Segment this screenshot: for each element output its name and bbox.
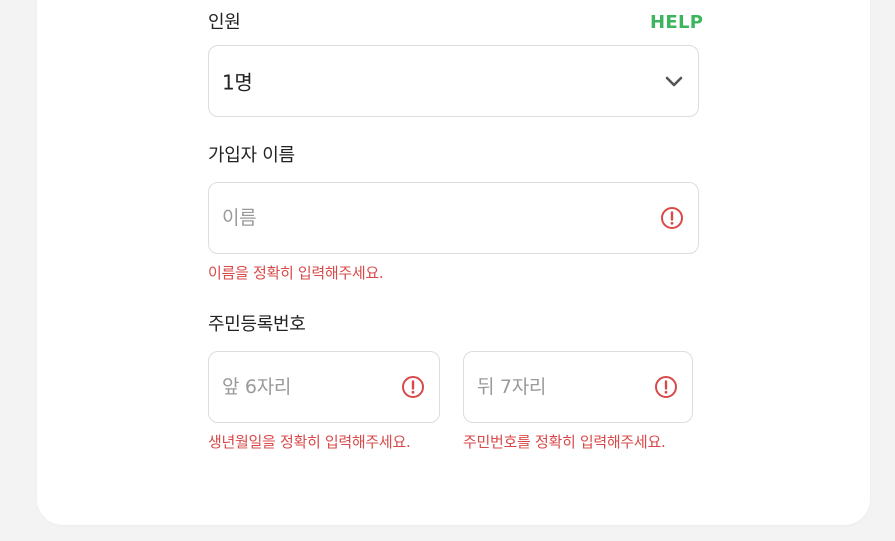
rrn-front-error-message: 생년월일을 정확히 입력해주세요. <box>208 433 411 451</box>
rrn-back-input[interactable] <box>477 352 647 422</box>
alert-circle-icon <box>660 206 684 230</box>
people-select-value: 1명 <box>222 70 253 95</box>
people-label: 인원 <box>208 12 241 33</box>
rrn-back-error-message: 주민번호를 정확히 입력해주세요. <box>463 433 666 451</box>
name-label: 가입자 이름 <box>208 145 295 166</box>
alert-circle-icon <box>654 375 678 399</box>
chevron-down-icon <box>662 69 686 93</box>
alert-circle-icon <box>401 375 425 399</box>
name-field[interactable] <box>208 182 699 254</box>
rrn-front-input[interactable] <box>222 352 392 422</box>
rrn-back-field[interactable] <box>463 351 693 423</box>
rrn-label: 주민등록번호 <box>208 314 306 335</box>
help-link[interactable]: HELP <box>650 12 703 34</box>
name-input[interactable] <box>222 183 642 253</box>
name-error-message: 이름을 정확히 입력해주세요. <box>208 264 384 282</box>
people-select[interactable]: 1명 <box>208 45 699 117</box>
rrn-front-field[interactable] <box>208 351 440 423</box>
